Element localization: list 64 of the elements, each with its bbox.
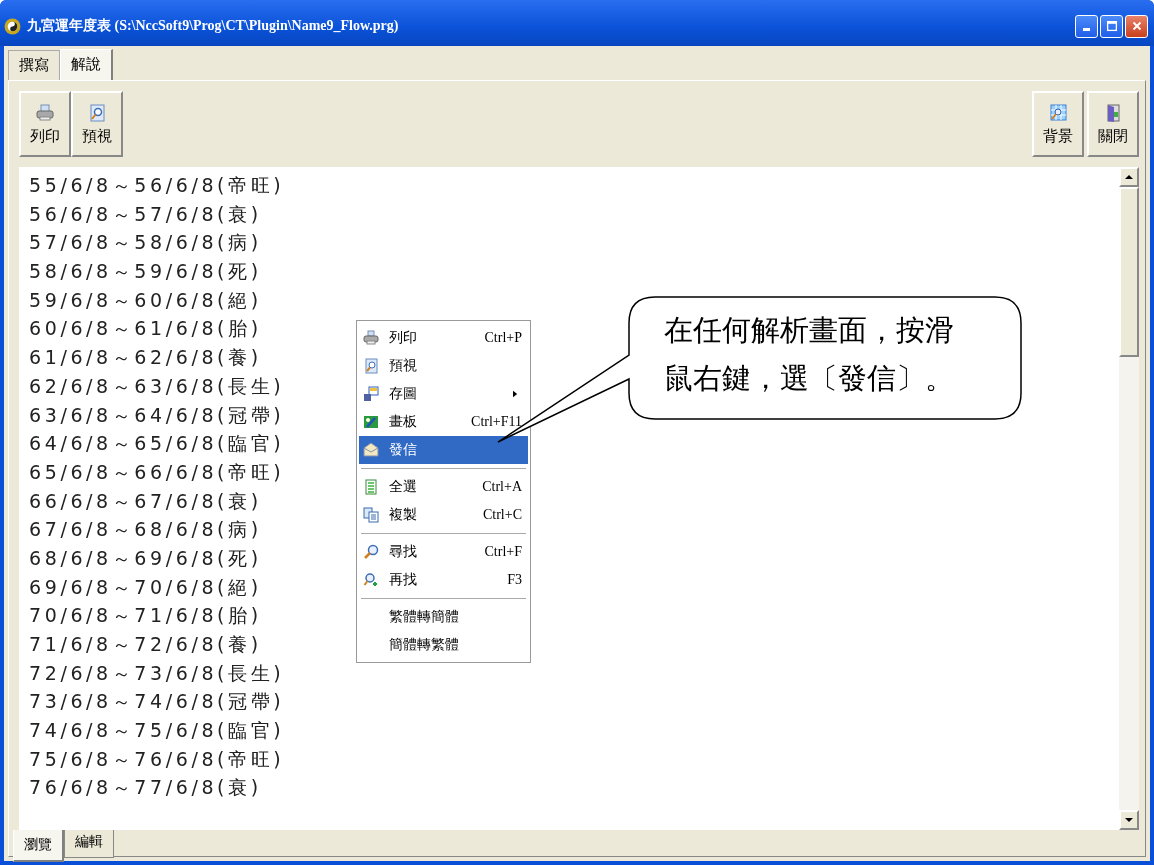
text-line: 61/6/8～62/6/8(養) (29, 345, 262, 371)
minimize-button[interactable] (1075, 14, 1098, 38)
tab[interactable]: 解說 (60, 49, 113, 80)
text-line: 58/6/8～59/6/8(死) (29, 259, 262, 285)
text-line: 56/6/8～57/6/8(衰) (29, 201, 262, 227)
up-arrow-icon (1124, 172, 1134, 182)
grid-magnifier-icon (1048, 102, 1068, 123)
print-button[interactable]: 列印 (19, 91, 71, 157)
maximize-icon (1104, 19, 1119, 33)
minimize-icon (1083, 27, 1090, 31)
menu-item[interactable]: 發信 (359, 436, 528, 464)
text-line: 62/6/8～63/6/8(長生) (29, 373, 285, 399)
magnifier-page-icon (87, 102, 107, 123)
text-line: 65/6/8～66/6/8(帝旺) (29, 459, 285, 485)
envelope-icon (363, 442, 379, 458)
background-button[interactable]: 背景 (1032, 91, 1084, 157)
scroll-up-button[interactable] (1119, 167, 1139, 187)
down-arrow-icon (1124, 815, 1134, 825)
text-line: 70/6/8～71/6/8(胎) (29, 603, 262, 629)
text-line: 72/6/8～73/6/8(長生) (29, 660, 285, 686)
menu-item[interactable]: 簡體轉繁體 (359, 631, 528, 659)
close-button[interactable] (1125, 14, 1148, 38)
scroll-thumb[interactable] (1119, 187, 1139, 357)
menu-item[interactable]: 繁體轉簡體 (359, 603, 528, 631)
document-icon (363, 479, 379, 495)
yin-yang-icon (4, 17, 21, 35)
menu-item[interactable]: 尋找 Ctrl+F (359, 538, 528, 566)
tab[interactable]: 撰寫 (8, 50, 60, 80)
scrollbar[interactable] (1119, 167, 1139, 830)
printer-icon (35, 102, 55, 123)
scroll-down-button[interactable] (1119, 810, 1139, 830)
text-line: 64/6/8～65/6/8(臨官) (29, 431, 285, 457)
text-line: 66/6/8～67/6/8(衰) (29, 488, 262, 514)
menu-item[interactable]: 存圖 (359, 380, 528, 408)
text-line: 67/6/8～68/6/8(病) (29, 517, 262, 543)
menu-item[interactable]: 列印 Ctrl+P (359, 324, 528, 352)
copy-icon (363, 507, 379, 523)
text-line: 55/6/8～56/6/8(帝旺) (29, 173, 285, 198)
preview-button[interactable]: 預視 (71, 91, 123, 157)
text-line: 76/6/8～77/6/8(衰) (29, 775, 262, 801)
menu-item[interactable]: 預視 (359, 352, 528, 380)
close-door-button[interactable]: 關閉 (1087, 91, 1139, 157)
text-line: 60/6/8～61/6/8(胎) (29, 316, 262, 342)
text-line: 57/6/8～58/6/8(病) (29, 230, 262, 256)
callout-text: 在任何解析畫面，按滑 鼠右鍵，選〔發信〕。 (664, 312, 954, 397)
text-line: 75/6/8～76/6/8(帝旺) (29, 746, 285, 772)
text-line: 68/6/8～69/6/8(死) (29, 545, 262, 571)
maximize-button[interactable] (1100, 14, 1123, 38)
text-line: 63/6/8～64/6/8(冠帶) (29, 402, 285, 428)
menu-item[interactable]: 再找 F3 (359, 566, 528, 594)
tab[interactable]: 瀏覽 (13, 830, 64, 862)
magnifier-icon (363, 544, 379, 560)
printer-icon (363, 330, 379, 346)
window-title: 九宮運年度表 (S:\NccSoft9\Prog\CT\Plugin\Name9_Flow.prg) (27, 17, 400, 35)
menu-item[interactable]: 畫板 Ctrl+F11 (359, 408, 528, 436)
menu-item[interactable]: 複製 Ctrl+C (359, 501, 528, 529)
text-line: 59/6/8～60/6/8(絕) (29, 287, 262, 313)
text-line: 71/6/8～72/6/8(養) (29, 632, 262, 657)
text-line: 74/6/8～75/6/8(臨官) (29, 718, 285, 744)
text-line: 73/6/8～74/6/8(冠帶) (29, 689, 285, 715)
magnifier-page-icon (363, 358, 379, 374)
menu-item[interactable]: 全選 Ctrl+A (359, 473, 528, 501)
text-line: 69/6/8～70/6/8(絕) (29, 574, 262, 600)
tab[interactable]: 編輯 (64, 830, 114, 858)
